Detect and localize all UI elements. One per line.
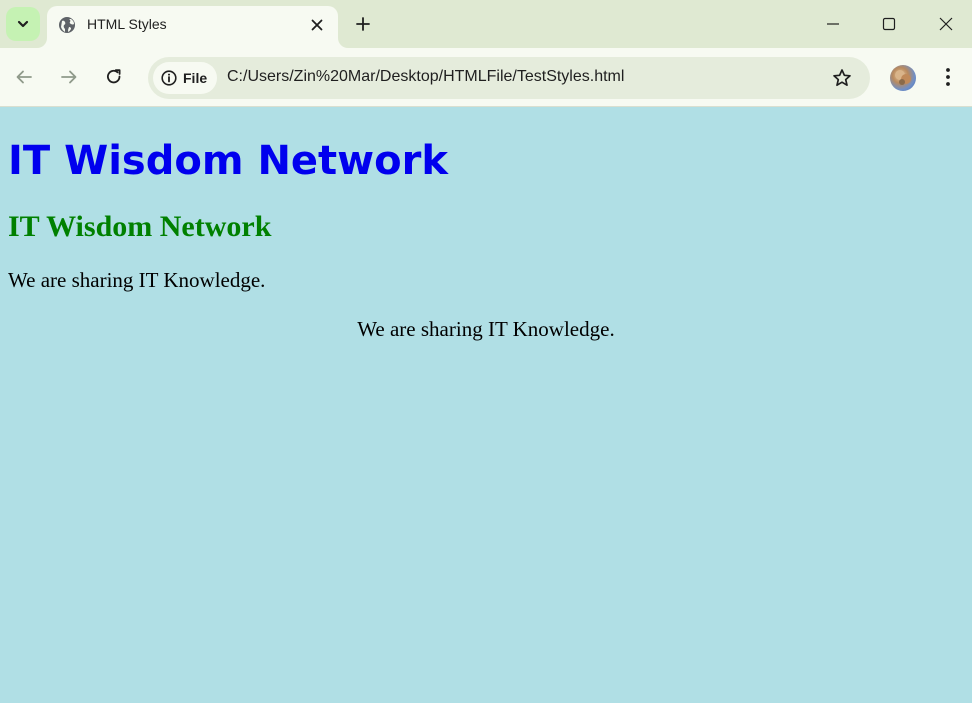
back-button[interactable] xyxy=(10,63,38,91)
maximize-icon xyxy=(882,17,896,31)
tab-close-button[interactable] xyxy=(306,14,328,36)
avatar-image xyxy=(895,70,911,85)
arrow-right-icon xyxy=(61,70,77,84)
tab-title: HTML Styles xyxy=(87,16,167,32)
heading-2: IT Wisdom Network xyxy=(8,210,272,243)
site-scheme-label: File xyxy=(183,70,208,86)
minimize-button[interactable] xyxy=(818,10,848,38)
address-bar[interactable]: File C:/Users/Zin%20Mar/Desktop/HTMLFile… xyxy=(148,57,870,99)
new-tab-button[interactable] xyxy=(350,11,376,37)
heading-1: IT Wisdom Network xyxy=(8,138,448,184)
reload-icon xyxy=(107,69,121,84)
tab-strip: HTML Styles xyxy=(0,0,972,48)
page-content: IT Wisdom Network IT Wisdom Network We a… xyxy=(0,108,972,703)
plus-icon xyxy=(356,17,370,31)
active-tab[interactable]: HTML Styles xyxy=(47,6,338,48)
browser-toolbar: File C:/Users/Zin%20Mar/Desktop/HTMLFile… xyxy=(0,48,972,107)
url-text[interactable]: C:/Users/Zin%20Mar/Desktop/HTMLFile/Test… xyxy=(227,68,624,86)
star-icon xyxy=(833,69,851,87)
kebab-menu-icon xyxy=(946,68,950,86)
globe-icon xyxy=(59,17,75,33)
close-window-button[interactable] xyxy=(931,10,961,38)
close-icon xyxy=(939,17,953,31)
reload-button[interactable] xyxy=(100,63,128,91)
arrow-left-icon xyxy=(16,70,32,84)
paragraph-centered: We are sharing IT Knowledge. xyxy=(357,317,615,341)
maximize-button[interactable] xyxy=(874,10,904,38)
minimize-icon xyxy=(827,23,839,25)
close-icon xyxy=(311,19,323,31)
browser-menu-button[interactable] xyxy=(936,63,960,91)
paragraph-left: We are sharing IT Knowledge. xyxy=(8,268,266,292)
bookmark-button[interactable] xyxy=(830,66,854,90)
profile-avatar[interactable] xyxy=(890,65,916,91)
tab-search-button[interactable] xyxy=(6,7,40,41)
chevron-down-icon xyxy=(17,20,29,28)
site-info-chip[interactable]: File xyxy=(153,62,218,94)
forward-button[interactable] xyxy=(55,63,83,91)
info-icon xyxy=(161,70,177,86)
